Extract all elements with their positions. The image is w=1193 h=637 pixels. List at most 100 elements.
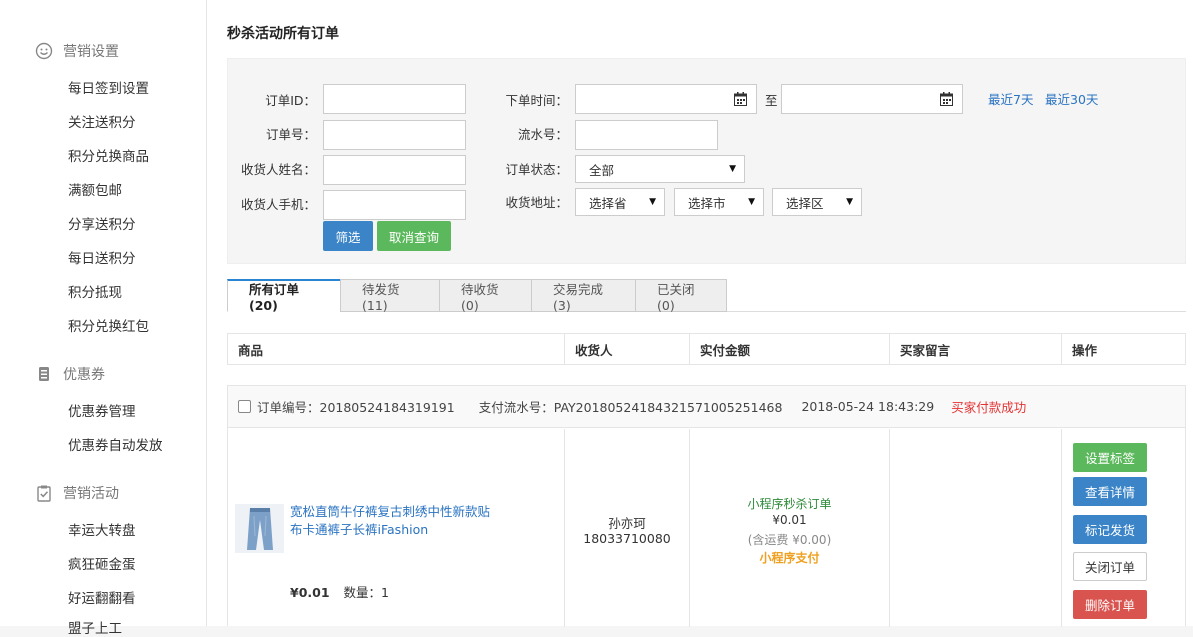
order-id-label: 订单ID： — [265, 93, 316, 108]
jeans-image — [246, 507, 273, 550]
filter-panel: 订单ID： 订单号： 收货人姓名： 收货人手机： 筛选 取消查询 下单时间： 至… — [227, 58, 1186, 264]
receiver-phone-label: 收货人手机： — [240, 197, 316, 212]
to-label: 至 — [765, 93, 778, 108]
status-select-value: 全部 — [589, 162, 615, 178]
order-tabs: 所有订单(20) 待发货(11) 待收货(0) 交易完成(3) 已关闭(0) — [227, 279, 727, 313]
pay-method: 小程序支付 — [759, 551, 820, 565]
sidebar-item-coupon-manage[interactable]: 优惠券管理 — [68, 400, 136, 420]
sidebar-item-partial[interactable]: 盟子上工 — [68, 617, 122, 637]
serial-label: 流水号： — [517, 127, 568, 142]
sidebar-item-share-points[interactable]: 分享送积分 — [68, 213, 136, 233]
order-number: 订单编号：20180524184319191 — [257, 400, 455, 415]
table-header: 商品 收货人 实付金额 买家留言 操作 — [227, 333, 1186, 365]
delete-order-button[interactable]: 删除订单 — [1073, 590, 1147, 619]
filter-button[interactable]: 筛选 — [323, 221, 373, 251]
sidebar-section-title: 优惠券 — [63, 367, 105, 383]
order-select-checkbox[interactable] — [238, 400, 251, 413]
tab-closed[interactable]: 已关闭(0) — [635, 279, 727, 313]
header-product: 商品 — [228, 334, 565, 364]
pay-serial: 支付流水号：PAY20180524184321571005251468 — [478, 400, 783, 415]
receiver-cell: 孙亦珂 18033710080 — [565, 429, 690, 627]
order-card-header: 订单编号：20180524184319191 支付流水号：PAY20180524… — [228, 386, 1185, 428]
order-no-label: 订单号： — [265, 127, 316, 142]
receiver-phone-input[interactable] — [323, 190, 466, 220]
status-select[interactable]: 全部 ▼ — [575, 155, 745, 183]
receiver-phone: 18033710080 — [583, 531, 671, 546]
tab-completed[interactable]: 交易完成(3) — [531, 279, 636, 313]
set-tag-button[interactable]: 设置标签 — [1073, 443, 1147, 472]
tab-pending-shipment[interactable]: 待发货(11) — [340, 279, 440, 313]
calendar-icon[interactable] — [940, 92, 953, 106]
product-price: ¥0.01 — [290, 585, 330, 600]
buyer-message-cell — [890, 429, 1062, 627]
sidebar-section-title: 营销活动 — [63, 486, 119, 502]
shipping-fee: (含运费 ¥0.00) — [747, 533, 832, 547]
smile-icon — [35, 42, 53, 60]
address-label: 收货地址： — [505, 195, 568, 210]
province-select-value: 选择省 — [589, 195, 627, 211]
main-content: 秒杀活动所有订单 订单ID： 订单号： 收货人姓名： 收货人手机： 筛选 取消查… — [207, 0, 1193, 627]
receiver-name-label: 收货人姓名： — [240, 162, 316, 177]
amount-cell: 小程序秒杀订单 ¥0.01 (含运费 ¥0.00) 小程序支付 — [690, 429, 890, 627]
district-select-value: 选择区 — [786, 195, 824, 211]
sidebar-item-lucky-wheel[interactable]: 幸运大转盘 — [68, 519, 136, 539]
header-receiver: 收货人 — [565, 334, 690, 364]
order-time: 2018-05-24 18:43:29 — [801, 399, 935, 414]
dropdown-arrow-icon: ▼ — [846, 197, 853, 207]
order-time-end-input[interactable] — [781, 84, 963, 114]
product-price-qty: ¥0.01 数量：1 — [290, 582, 389, 601]
header-buyer-message: 买家留言 — [890, 334, 1062, 364]
sidebar-item-lucky-flip[interactable]: 好运翻翻看 — [68, 587, 136, 607]
product-name-link[interactable]: 宽松直筒牛仔裤复古刺绣中性新款贴布卡通裤子长裤iFashion — [290, 503, 490, 539]
dropdown-arrow-icon: ▼ — [748, 197, 755, 207]
sidebar-item-points-redpacket[interactable]: 积分兑换红包 — [68, 315, 149, 335]
province-select[interactable]: 选择省 ▼ — [575, 188, 665, 216]
serial-input[interactable] — [575, 120, 718, 150]
header-actions: 操作 — [1072, 342, 1098, 358]
sidebar-item-daily-points[interactable]: 每日送积分 — [68, 247, 136, 267]
order-time-start-input[interactable] — [575, 84, 757, 114]
paid-amount: ¥0.01 — [772, 513, 807, 527]
close-order-button[interactable]: 关闭订单 — [1073, 552, 1147, 581]
product-thumbnail[interactable] — [235, 504, 284, 553]
sidebar-section-marketing-activities: 营销活动 — [35, 483, 119, 503]
dropdown-arrow-icon: ▼ — [729, 164, 736, 174]
last-7-days-link[interactable]: 最近7天 — [988, 89, 1033, 108]
sidebar-item-points-cash[interactable]: 积分抵现 — [68, 281, 122, 301]
receiver-name-input[interactable] — [323, 155, 466, 185]
receiver-name: 孙亦珂 — [608, 516, 646, 531]
order-status: 买家付款成功 — [951, 400, 1027, 415]
mark-shipped-button[interactable]: 标记发货 — [1073, 515, 1147, 544]
sidebar: 营销设置 每日签到设置 关注送积分 积分兑换商品 满额包邮 分享送积分 每日送积… — [0, 0, 207, 637]
sidebar-section-marketing-settings: 营销设置 — [35, 41, 119, 61]
order-no-input[interactable] — [323, 120, 466, 150]
status-label: 订单状态： — [505, 162, 568, 177]
city-select-value: 选择市 — [688, 195, 726, 211]
order-card: 订单编号：20180524184319191 支付流水号：PAY20180524… — [227, 385, 1186, 627]
sidebar-item-daily-checkin[interactable]: 每日签到设置 — [68, 77, 149, 97]
coupon-icon — [35, 365, 53, 383]
sidebar-item-golden-egg[interactable]: 疯狂砸金蛋 — [68, 553, 136, 573]
sidebar-section-title: 营销设置 — [63, 44, 119, 60]
clipboard-check-icon — [35, 484, 53, 502]
sidebar-item-points-exchange[interactable]: 积分兑换商品 — [68, 145, 149, 165]
header-paid-amount: 实付金额 — [690, 334, 890, 364]
order-type: 小程序秒杀订单 — [747, 497, 832, 511]
sidebar-item-free-shipping[interactable]: 满额包邮 — [68, 179, 122, 199]
page-title: 秒杀活动所有订单 — [227, 26, 339, 42]
order-id-input[interactable] — [323, 84, 466, 114]
view-details-button[interactable]: 查看详情 — [1073, 477, 1147, 506]
sidebar-item-coupon-auto[interactable]: 优惠券自动发放 — [68, 434, 163, 454]
sidebar-item-follow-points[interactable]: 关注送积分 — [68, 111, 136, 131]
tab-pending-receipt[interactable]: 待收货(0) — [439, 279, 532, 313]
city-select[interactable]: 选择市 ▼ — [674, 188, 764, 216]
district-select[interactable]: 选择区 ▼ — [772, 188, 862, 216]
last-30-days-link[interactable]: 最近30天 — [1045, 89, 1098, 108]
tab-all-orders[interactable]: 所有订单(20) — [227, 279, 341, 313]
sidebar-section-coupons: 优惠券 — [35, 364, 105, 384]
order-time-label: 下单时间： — [505, 93, 568, 108]
calendar-icon[interactable] — [734, 92, 747, 106]
product-cell: 宽松直筒牛仔裤复古刺绣中性新款贴布卡通裤子长裤iFashion ¥0.01 数量… — [228, 429, 565, 627]
product-quantity: 数量：1 — [343, 585, 389, 600]
cancel-query-button[interactable]: 取消查询 — [377, 221, 451, 251]
